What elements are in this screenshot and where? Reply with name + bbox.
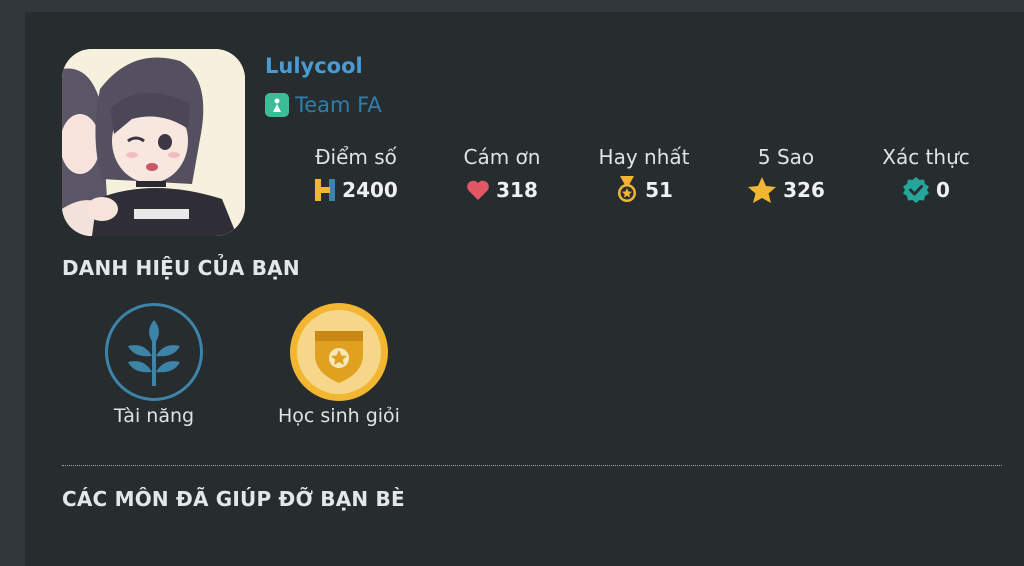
stat-label: Xác thực — [882, 145, 970, 169]
left-strip — [0, 0, 25, 566]
team-link[interactable]: Team FA — [265, 91, 382, 119]
team-icon — [265, 93, 289, 117]
stat-value: 0 — [936, 178, 950, 202]
leaf-icon — [128, 320, 180, 386]
stat-label: Hay nhất — [598, 145, 690, 169]
avatar[interactable] — [62, 49, 245, 236]
titles-heading: DANH HIỆU CỦA BẠN — [62, 256, 300, 280]
stat-five-star: 5 Sao 326 — [721, 144, 851, 204]
badge-good-student-circle — [290, 303, 388, 401]
badge-label: Học sinh giỏi — [278, 405, 400, 427]
stat-thanks: Cám ơn 318 — [437, 144, 567, 204]
verified-check-icon — [903, 177, 930, 203]
shield-star-icon — [297, 310, 381, 394]
star-icon — [748, 177, 777, 203]
stat-value: 51 — [645, 178, 673, 202]
badge-talent[interactable]: Tài năng — [74, 303, 234, 427]
medal-icon — [618, 176, 637, 202]
stat-label: 5 Sao — [757, 145, 815, 169]
h-logo-icon — [315, 179, 336, 201]
section-divider — [62, 465, 1002, 466]
stat-label: Điểm số — [315, 145, 397, 169]
stat-label: Cám ơn — [463, 145, 541, 169]
stat-score: Điểm số 2400 — [291, 144, 421, 204]
badge-good-student[interactable]: Học sinh giỏi — [259, 303, 419, 427]
team-name: Team FA — [295, 93, 382, 117]
avatar-illustration — [62, 49, 245, 236]
username[interactable]: Lulycool — [265, 54, 363, 78]
stat-verified: Xác thực 0 — [861, 144, 991, 204]
subjects-heading: CÁC MÔN ĐÃ GIÚP ĐỠ BẠN BÈ — [62, 487, 405, 511]
stat-value: 326 — [783, 178, 825, 202]
badge-talent-circle — [105, 303, 203, 401]
top-bar — [0, 0, 1024, 12]
stat-value: 2400 — [342, 178, 398, 202]
stat-value: 318 — [496, 178, 538, 202]
stat-best: Hay nhất 51 — [579, 144, 709, 204]
badge-label: Tài năng — [113, 405, 195, 427]
heart-icon — [467, 180, 489, 200]
